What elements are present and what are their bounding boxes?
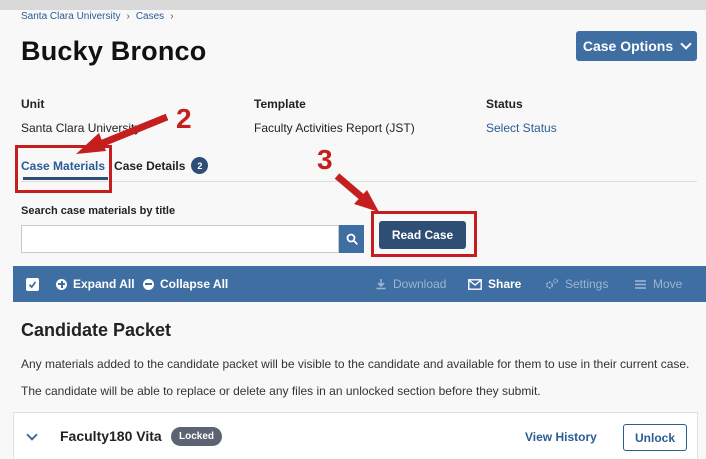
materials-toolbar: Expand All Collapse All Download Share S… [13, 266, 706, 302]
breadcrumb-separator: › [170, 11, 174, 22]
expand-all-button[interactable]: Expand All [56, 266, 135, 302]
breadcrumb-link-university[interactable]: Santa Clara University [21, 11, 120, 22]
section-description: Any materials added to the candidate pac… [21, 357, 690, 398]
breadcrumb-separator: › [126, 11, 130, 22]
plus-circle-icon [56, 278, 67, 290]
chevron-down-icon [680, 38, 692, 50]
template-value: Faculty Activities Report (JST) [254, 121, 415, 135]
section-title: Candidate Packet [21, 320, 172, 340]
chevron-down-icon[interactable] [26, 429, 38, 441]
search-label: Search case materials by title [21, 205, 176, 217]
tab-count-badge: 2 [191, 157, 209, 174]
tab-label: Case Details [114, 158, 186, 173]
unit-value: Santa Clara University [21, 121, 141, 135]
search-icon [346, 233, 358, 245]
expand-all-label: Expand All [73, 277, 135, 291]
search-input[interactable] [21, 225, 339, 253]
minus-circle-icon [143, 278, 154, 290]
status-label: Status [486, 97, 523, 111]
tab-case-details[interactable]: Case Details 2 [114, 157, 209, 174]
material-item-title: Faculty180 Vita [60, 428, 162, 444]
unit-label: Unit [21, 97, 45, 111]
view-history-link[interactable]: View History [525, 430, 597, 444]
page-title: Bucky Bronco [21, 36, 207, 66]
download-label: Download [393, 277, 447, 291]
callout-box-step-3 [371, 211, 477, 257]
checkbox-icon [26, 277, 39, 291]
callout-number-step-3: 3 [317, 144, 333, 175]
callout-number-step-2: 2 [176, 103, 192, 134]
download-icon [376, 279, 386, 290]
unlock-button[interactable]: Unlock [623, 424, 687, 451]
top-strip [0, 0, 706, 10]
download-button[interactable]: Download [375, 266, 446, 302]
collapse-all-button[interactable]: Collapse All [143, 266, 228, 302]
envelope-icon [468, 278, 482, 290]
select-status-link[interactable]: Select Status [486, 121, 557, 135]
move-label: Move [653, 277, 683, 291]
material-item-card: Faculty180 Vita Locked View History Unlo… [13, 412, 698, 459]
tabs-divider [21, 181, 697, 182]
move-button[interactable]: Move [634, 266, 682, 302]
share-label: Share [488, 277, 522, 291]
settings-button[interactable]: Settings [545, 266, 608, 302]
template-label: Template [254, 97, 306, 111]
callout-box-step-2 [15, 145, 112, 193]
search-button[interactable] [339, 225, 364, 253]
gear-icon [545, 278, 559, 289]
case-options-label: Case Options [582, 38, 674, 54]
breadcrumb-link-cases[interactable]: Cases [136, 11, 164, 22]
case-options-button[interactable]: Case Options [576, 31, 697, 61]
collapse-all-label: Collapse All [160, 277, 229, 291]
breadcrumb: Santa Clara University › Cases › [21, 11, 174, 22]
locked-badge: Locked [171, 427, 223, 446]
share-button[interactable]: Share [468, 266, 521, 302]
settings-label: Settings [565, 277, 609, 291]
select-all-checkbox[interactable] [26, 266, 39, 302]
list-icon [635, 279, 646, 289]
